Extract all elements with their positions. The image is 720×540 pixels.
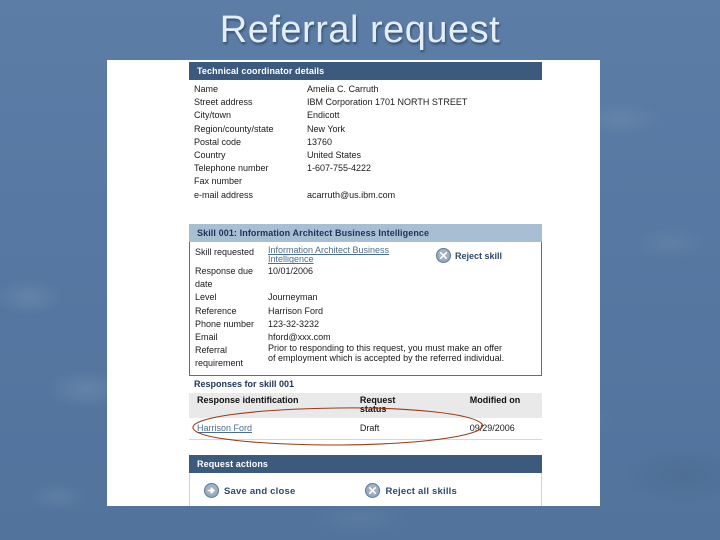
skill-row-response-due-date: Response due date 10/01/2006 xyxy=(190,265,537,291)
field-label: e-mail address xyxy=(194,189,254,200)
field-label: Skill requested xyxy=(195,246,255,257)
x-circle-icon xyxy=(365,482,381,500)
field-value: Amelia C. Carruth xyxy=(307,84,379,94)
section-header-responses: Responses for skill 001 xyxy=(194,378,295,389)
field-label: Response due date xyxy=(195,266,254,290)
field-label: Fax number xyxy=(194,176,243,187)
response-identification-link[interactable]: Harrison Ford xyxy=(197,423,252,433)
coordinator-row-postal-code: Postal code 13760 xyxy=(189,136,542,149)
field-label: Referral requirement xyxy=(195,345,244,369)
field-value: IBM Corporation 1701 NORTH STREET xyxy=(307,97,468,108)
field-value: 1-607-755-4222 xyxy=(307,163,372,174)
field-value: Harrison Ford xyxy=(268,305,324,316)
skill-row-phone-number: Phone number 123-32-3232 xyxy=(190,318,537,331)
application-form: Technical coordinator details Name Ameli… xyxy=(189,62,542,506)
request-actions-bar: Save and close Reject all skills xyxy=(189,472,542,506)
save-and-close-button[interactable]: Save and close xyxy=(204,482,296,500)
field-label: Postal code xyxy=(194,136,242,147)
coordinator-row-telephone: Telephone number 1-607-755-4222 xyxy=(189,162,542,175)
field-value: 13760 xyxy=(307,136,333,147)
skill-row-requested: Skill requested Information Architect Bu… xyxy=(190,245,422,265)
field-value: Prior to responding to this request, you… xyxy=(268,343,505,364)
field-label: Telephone number xyxy=(194,163,269,174)
reject-all-skills-button[interactable]: Reject all skills xyxy=(365,482,457,500)
field-label: Name xyxy=(194,84,219,94)
field-label: Region/county/state xyxy=(194,123,274,134)
slide: Referral request Technical coordinator d… xyxy=(0,0,720,540)
skill-details-box: Skill requested Information Architect Bu… xyxy=(189,241,542,376)
field-label: City/town xyxy=(194,110,232,121)
cell-request-status: Draft xyxy=(351,417,462,440)
cell-modified-on: 09/29/2006 xyxy=(461,417,542,440)
reject-skill-button[interactable]: Reject skill xyxy=(436,247,503,265)
field-label: Level xyxy=(195,292,217,303)
skill-row-referral-requirement: Referral requirement Prior to responding… xyxy=(190,343,537,370)
field-value: United States xyxy=(307,150,362,161)
coordinator-row-country: Country United States xyxy=(189,149,542,162)
field-label: Phone number xyxy=(195,318,255,329)
field-value: 10/01/2006 xyxy=(268,266,314,277)
cell-response-identification: Harrison Ford xyxy=(189,417,352,440)
page-title: Referral request xyxy=(219,9,501,51)
field-value: Information Architect Business Intellige… xyxy=(268,245,422,265)
skill-requested-link[interactable]: Information Architect Business xyxy=(268,245,389,255)
skill-row-reference: Reference Harrison Ford xyxy=(190,305,537,318)
coordinator-row-name: Name Amelia C. Carruth xyxy=(189,83,542,96)
reject-all-skills-label: Reject all skills xyxy=(385,485,457,497)
skill-requested-row: Skill requested Information Architect Bu… xyxy=(190,245,537,265)
coordinator-row-region: Region/county/state New York xyxy=(189,123,542,136)
field-value: New York xyxy=(307,123,346,134)
coordinator-row-street-address: Street address IBM Corporation 1701 NORT… xyxy=(189,96,542,109)
coordinator-row-fax: Fax number xyxy=(189,175,542,188)
field-value: 123-32-3232 xyxy=(268,318,320,329)
section-header-coordinator: Technical coordinator details xyxy=(189,62,542,80)
section-header-request-actions: Request actions xyxy=(189,454,542,473)
field-value: acarruth@us.ibm.com xyxy=(307,189,396,200)
coordinator-details-list: Name Amelia C. Carruth Street address IB… xyxy=(189,80,542,202)
column-header-modified-on: Modified on xyxy=(461,392,542,418)
section-header-skill: Skill 001: Information Architect Busines… xyxy=(189,223,542,242)
field-label: Email xyxy=(195,332,218,343)
arrow-right-circle-icon xyxy=(204,482,219,500)
x-circle-icon xyxy=(436,247,451,265)
column-header-response-identification: Response identification xyxy=(189,392,352,418)
responses-section: Responses for skill 001 Response identif… xyxy=(189,376,542,446)
screenshot-panel: Technical coordinator details Name Ameli… xyxy=(107,60,600,506)
table-header-row: Response identification Request status M… xyxy=(189,392,542,418)
responses-table: Response identification Request status M… xyxy=(189,392,542,440)
column-header-request-status: Request status xyxy=(351,392,462,418)
skill-requested-link-line2[interactable]: Intelligence xyxy=(268,255,418,265)
field-label: Country xyxy=(194,150,226,161)
table-row[interactable]: Harrison Ford Draft 09/29/2006 xyxy=(189,417,542,440)
field-value: Journeyman xyxy=(268,292,318,303)
field-value xyxy=(307,175,542,188)
skill-row-level: Level Journeyman xyxy=(190,291,537,304)
reject-skill-label: Reject skill xyxy=(455,251,503,262)
coordinator-row-email: e-mail address acarruth@us.ibm.com xyxy=(189,189,542,202)
field-label: Street address xyxy=(194,97,253,108)
field-value: Endicott xyxy=(307,110,340,121)
coordinator-row-city: City/town Endicott xyxy=(189,109,542,122)
save-and-close-label: Save and close xyxy=(224,485,296,497)
field-label: Reference xyxy=(195,305,237,316)
